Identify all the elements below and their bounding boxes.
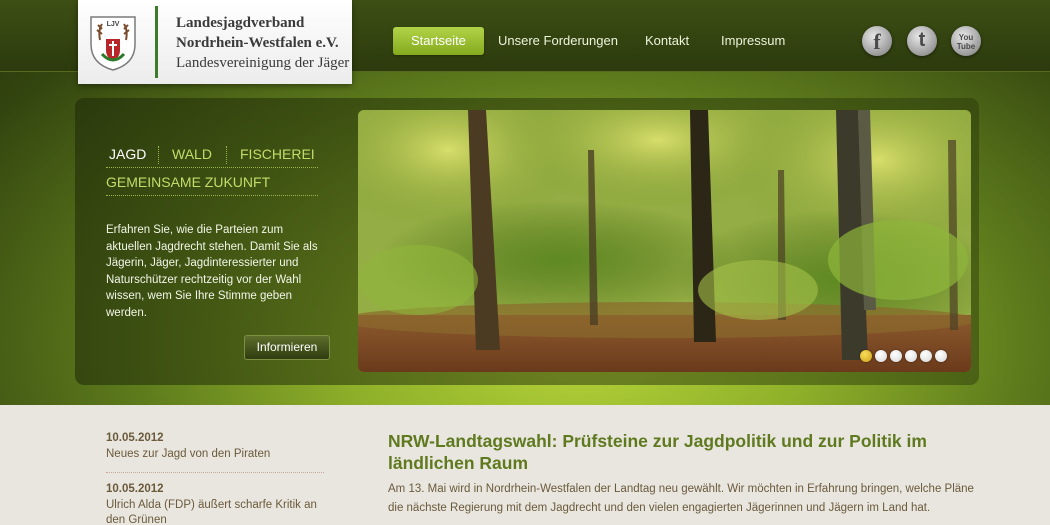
nav-kontakt[interactable]: Kontakt [645,27,689,55]
news-date: 10.05.2012 [106,432,164,444]
hero-image [358,110,971,372]
list-item[interactable]: 10.05.2012 Ulrich Alda (FDP) äußert scha… [106,483,326,525]
tag-gemeinsame-zukunft: GEMEINSAME ZUKUNFT [106,174,271,190]
tag-separator [226,146,227,164]
site-logo[interactable]: LJV Landesjagdverband Nordrhein-Westfale… [78,0,352,84]
news-title[interactable]: Ulrich Alda (FDP) äußert scharfe Kritik … [106,498,326,525]
informieren-button[interactable]: Informieren [244,335,330,360]
tag-separator [158,146,159,164]
tagline-divider [106,167,318,168]
news-date: 10.05.2012 [106,483,164,495]
news-title[interactable]: Neues zur Jagd von den Piraten [106,447,326,462]
slider-dot[interactable] [935,350,947,362]
featured-article: NRW-Landtagswahl: Prüfsteine zur Jagdpol… [388,430,988,518]
article-title[interactable]: NRW-Landtagswahl: Prüfsteine zur Jagdpol… [388,430,988,474]
tagline-divider [106,195,318,196]
list-item[interactable]: 10.05.2012 Neues zur Jagd von den Pirate… [106,432,326,470]
crest-lettering: LJV [107,21,120,28]
tag-fischerei: FISCHEREI [240,146,315,162]
intro-text: Erfahren Sie, wie die Parteien zum aktue… [106,224,318,319]
logo-divider [155,6,158,78]
news-divider [106,472,324,473]
org-name-line1: Landesjagdverband [176,15,305,31]
nav-startseite[interactable]: Startseite [393,27,484,55]
slider-dot[interactable] [860,350,872,362]
forest-illustration [358,110,971,372]
news-list: 10.05.2012 Neues zur Jagd von den Pirate… [106,432,326,525]
facebook-icon[interactable]: f [862,26,892,56]
org-subtitle: Landesvereinigung der Jäger [176,55,350,71]
nav-impressum[interactable]: Impressum [721,27,785,55]
slider-dot[interactable] [890,350,902,362]
slider-dot[interactable] [920,350,932,362]
youtube-icon[interactable]: You Tube [951,26,981,56]
twitter-icon[interactable]: t [907,26,937,56]
crest-icon: LJV [90,16,136,71]
slider-dot[interactable] [875,350,887,362]
org-name-line2: Nordrhein-Westfalen e.V. [176,35,339,51]
nav-unsere-forderungen[interactable]: Unsere Forderungen [498,27,618,55]
slider-dot[interactable] [905,350,917,362]
article-body: Am 13. Mai wird in Nordrhein-Westfalen d… [388,483,974,514]
tag-wald: WALD [172,146,212,162]
tag-jagd: JAGD [109,146,147,162]
